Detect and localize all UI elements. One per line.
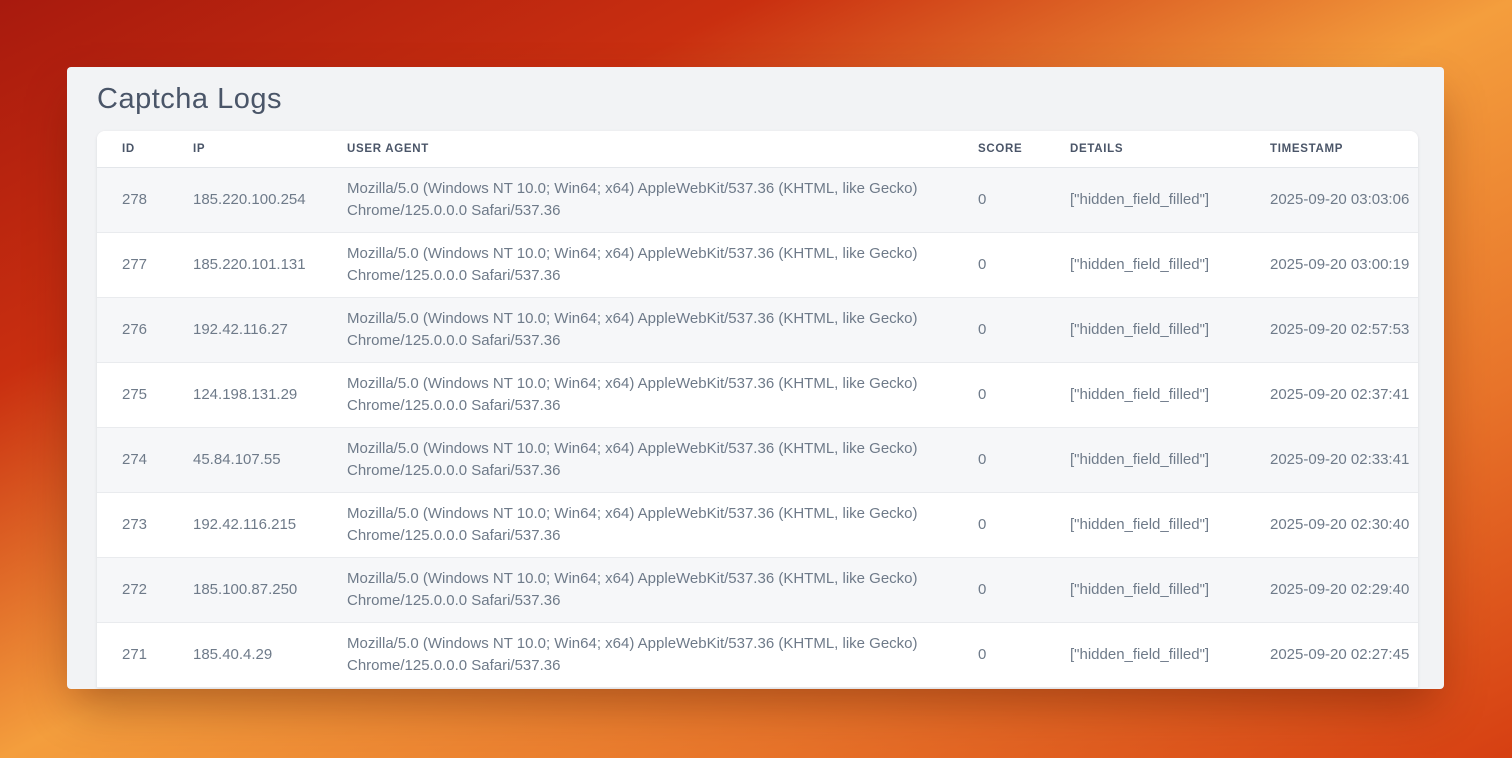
table-body: 278185.220.100.254Mozilla/5.0 (Windows N… [97, 168, 1418, 688]
cell-id: 275 [97, 374, 193, 416]
cell-details: ["hidden_field_filled"] [1070, 439, 1270, 481]
cell-ip: 124.198.131.29 [193, 374, 347, 416]
column-header-user_agent: USER AGENT [347, 143, 978, 155]
cell-ip: 185.220.101.131 [193, 244, 347, 286]
table-row: 275124.198.131.29Mozilla/5.0 (Windows NT… [97, 363, 1418, 428]
cell-timestamp: 2025-09-20 03:03:06 [1270, 179, 1418, 221]
cell-id: 278 [97, 179, 193, 221]
cell-user_agent: Mozilla/5.0 (Windows NT 10.0; Win64; x64… [347, 168, 978, 232]
table-row: 27445.84.107.55Mozilla/5.0 (Windows NT 1… [97, 428, 1418, 493]
cell-id: 277 [97, 244, 193, 286]
cell-ip: 192.42.116.27 [193, 309, 347, 351]
cell-user_agent: Mozilla/5.0 (Windows NT 10.0; Win64; x64… [347, 363, 978, 427]
logs-table[interactable]: IDIPUSER AGENTSCOREDETAILSTIMESTAMP 2781… [97, 131, 1418, 688]
cell-user_agent: Mozilla/5.0 (Windows NT 10.0; Win64; x64… [347, 558, 978, 622]
cell-ip: 185.100.87.250 [193, 569, 347, 611]
cell-user_agent: Mozilla/5.0 (Windows NT 10.0; Win64; x64… [347, 298, 978, 362]
column-header-score: SCORE [978, 143, 1070, 155]
cell-score: 0 [978, 374, 1070, 416]
table-row: 277185.220.101.131Mozilla/5.0 (Windows N… [97, 233, 1418, 298]
cell-user_agent: Mozilla/5.0 (Windows NT 10.0; Win64; x64… [347, 493, 978, 557]
cell-id: 274 [97, 439, 193, 481]
cell-score: 0 [978, 504, 1070, 546]
column-header-ip: IP [193, 143, 347, 155]
cell-timestamp: 2025-09-20 02:30:40 [1270, 504, 1418, 546]
cell-score: 0 [978, 179, 1070, 221]
cell-id: 272 [97, 569, 193, 611]
cell-ip: 185.40.4.29 [193, 634, 347, 676]
cell-id: 273 [97, 504, 193, 546]
cell-ip: 185.220.100.254 [193, 179, 347, 221]
table-row: 271185.40.4.29Mozilla/5.0 (Windows NT 10… [97, 623, 1418, 688]
cell-ip: 192.42.116.215 [193, 504, 347, 546]
column-header-timestamp: TIMESTAMP [1270, 143, 1418, 155]
table-header-row: IDIPUSER AGENTSCOREDETAILSTIMESTAMP [97, 131, 1418, 168]
table-row: 278185.220.100.254Mozilla/5.0 (Windows N… [97, 168, 1418, 233]
cell-user_agent: Mozilla/5.0 (Windows NT 10.0; Win64; x64… [347, 428, 978, 492]
cell-score: 0 [978, 439, 1070, 481]
cell-details: ["hidden_field_filled"] [1070, 374, 1270, 416]
table-row: 273192.42.116.215Mozilla/5.0 (Windows NT… [97, 493, 1418, 558]
cell-details: ["hidden_field_filled"] [1070, 244, 1270, 286]
cell-score: 0 [978, 244, 1070, 286]
cell-timestamp: 2025-09-20 02:57:53 [1270, 309, 1418, 351]
table-row: 272185.100.87.250Mozilla/5.0 (Windows NT… [97, 558, 1418, 623]
cell-details: ["hidden_field_filled"] [1070, 504, 1270, 546]
cell-timestamp: 2025-09-20 02:27:45 [1270, 634, 1418, 676]
cell-ip: 45.84.107.55 [193, 439, 347, 481]
cell-id: 276 [97, 309, 193, 351]
cell-timestamp: 2025-09-20 02:33:41 [1270, 439, 1418, 481]
cell-score: 0 [978, 309, 1070, 351]
column-header-id: ID [97, 143, 193, 155]
cell-details: ["hidden_field_filled"] [1070, 634, 1270, 676]
cell-user_agent: Mozilla/5.0 (Windows NT 10.0; Win64; x64… [347, 623, 978, 687]
cell-timestamp: 2025-09-20 02:37:41 [1270, 374, 1418, 416]
cell-score: 0 [978, 634, 1070, 676]
cell-details: ["hidden_field_filled"] [1070, 569, 1270, 611]
table-row: 276192.42.116.27Mozilla/5.0 (Windows NT … [97, 298, 1418, 363]
captcha-logs-card: Captcha Logs IDIPUSER AGENTSCOREDETAILST… [67, 67, 1444, 689]
cell-score: 0 [978, 569, 1070, 611]
page-title: Captcha Logs [67, 67, 1444, 131]
cell-timestamp: 2025-09-20 03:00:19 [1270, 244, 1418, 286]
cell-timestamp: 2025-09-20 02:29:40 [1270, 569, 1418, 611]
column-header-details: DETAILS [1070, 143, 1270, 155]
cell-details: ["hidden_field_filled"] [1070, 179, 1270, 221]
cell-id: 271 [97, 634, 193, 676]
cell-user_agent: Mozilla/5.0 (Windows NT 10.0; Win64; x64… [347, 233, 978, 297]
cell-details: ["hidden_field_filled"] [1070, 309, 1270, 351]
